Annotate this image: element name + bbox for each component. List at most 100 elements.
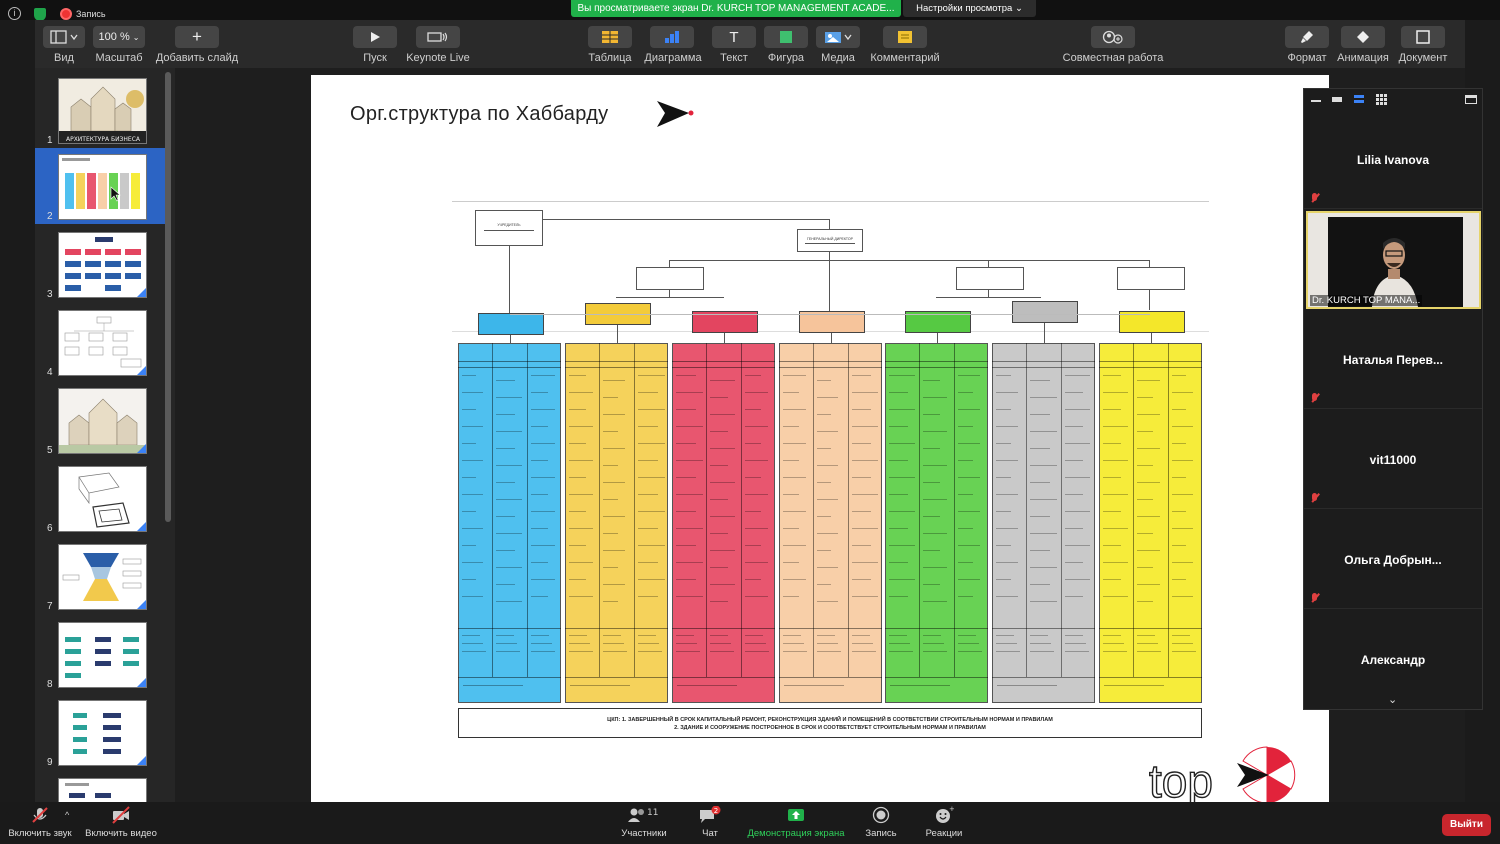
slide-thumbnail-3[interactable]: 3 [35, 226, 165, 302]
text-line [676, 409, 696, 410]
text-line [603, 499, 619, 500]
table-label: Таблица [588, 52, 632, 64]
text-line [637, 443, 665, 444]
connector-line [510, 314, 1150, 315]
text-line [710, 431, 729, 432]
text-line [1064, 443, 1090, 444]
text-line [710, 651, 735, 652]
info-icon[interactable]: i [8, 7, 21, 20]
text-line [851, 528, 878, 529]
add-slide-button[interactable]: + [175, 26, 219, 48]
participant-tile[interactable]: Наталья Перев... [1304, 309, 1482, 409]
start-video-button[interactable]: Включить видео [84, 806, 158, 839]
collaborate-button[interactable] [1091, 26, 1135, 48]
section-divider [633, 343, 635, 677]
format-button[interactable] [1285, 26, 1329, 48]
media-button[interactable] [816, 26, 860, 48]
chart-icon [665, 31, 679, 43]
keynote-live-button[interactable] [416, 26, 460, 48]
text-line [889, 643, 910, 644]
text-line [923, 635, 942, 636]
text-line [996, 426, 1018, 427]
slide-thumbnail-2[interactable]: 2 [35, 148, 165, 224]
exit-fullscreen-icon[interactable] [1465, 95, 1477, 104]
animate-button[interactable] [1341, 26, 1385, 48]
slide-2[interactable]: Орг.структура по Хаббарду УЧРЕДИТЕЛЬ ГЕН… [311, 75, 1329, 802]
comment-button[interactable] [883, 26, 927, 48]
participant-tile[interactable]: Lilia Ivanova [1304, 109, 1482, 209]
active-speaker-video[interactable]: Dr. KURCH TOP MANA... [1306, 211, 1481, 309]
share-screen-button[interactable]: Демонстрация экрана [746, 806, 846, 839]
zoom-select[interactable]: 100 % ⌄ [93, 26, 145, 48]
text-line [569, 494, 593, 495]
chat-button[interactable]: 2 Чат [697, 806, 723, 839]
thumb-corner-icon [137, 444, 146, 453]
section-divider [885, 367, 988, 368]
text-line [1171, 494, 1193, 495]
text-line [676, 494, 703, 495]
text-line [1137, 499, 1154, 500]
text-line [637, 643, 659, 644]
record-button[interactable]: Запись [862, 806, 900, 839]
text-line [710, 499, 729, 500]
shape-button[interactable] [764, 26, 808, 48]
unmute-button[interactable]: Включить звук [7, 806, 73, 839]
play-button[interactable] [353, 26, 397, 48]
keynote-toolbar: Вид 100 % ⌄ Масштаб + Добавить слайд Пус… [35, 20, 1465, 68]
slide-thumbnail-5[interactable]: 5 [35, 382, 165, 458]
thumb-corner-icon [137, 366, 146, 375]
text-line [530, 375, 555, 376]
participant-tile[interactable]: vit11000 [1304, 409, 1482, 509]
section-divider [1167, 343, 1169, 677]
leave-meeting-button[interactable]: Выйти [1442, 814, 1491, 836]
text-line [1064, 562, 1083, 563]
text-line [889, 443, 915, 444]
minimize-icon[interactable] [1311, 100, 1321, 102]
gallery-view-icon[interactable] [1376, 94, 1387, 105]
text-line [462, 443, 476, 444]
table-button[interactable] [588, 26, 632, 48]
strip-view-icon[interactable] [1354, 95, 1364, 103]
view-settings-button[interactable]: Настройки просмотра ⌄ [903, 0, 1036, 17]
slide-thumbnail-9[interactable]: 9 [35, 694, 165, 770]
text-line [637, 528, 658, 529]
text-line [889, 494, 908, 495]
slide-thumb-image: АРХИТЕКТУРА БИЗНЕСА [58, 78, 147, 144]
text-line [676, 392, 703, 393]
scroll-down-chevron-icon[interactable]: ⌄ [1388, 693, 1397, 706]
text-line [603, 482, 626, 483]
text-line [996, 651, 1020, 652]
slide-thumbnail-8[interactable]: 8 [35, 616, 165, 692]
text-line [1030, 465, 1058, 466]
text-line [462, 635, 480, 636]
participants-label: Участники [621, 828, 667, 839]
audio-options-caret-icon[interactable]: ^ [65, 810, 69, 820]
participant-tile[interactable]: Ольга Добрын... [1304, 509, 1482, 609]
text-line [496, 567, 523, 568]
navigator-scrollbar[interactable] [165, 72, 171, 522]
slide-thumbnail-7[interactable]: 7 [35, 538, 165, 614]
connector-line [617, 325, 618, 343]
text-line [957, 596, 973, 597]
slide-thumbnail-6[interactable]: 6 [35, 460, 165, 536]
text-line [637, 392, 658, 393]
media-label: Медиа [821, 52, 855, 64]
text-button[interactable]: T [712, 26, 756, 48]
text-line [923, 448, 941, 449]
chart-button[interactable] [650, 26, 694, 48]
participants-button[interactable]: 11 Участники [618, 806, 670, 839]
slide-thumbnail-10[interactable] [35, 772, 165, 802]
text-line [817, 567, 839, 568]
participants-panel: Lilia Ivanova Dr. KURCH TOP MANA... Ната… [1303, 88, 1483, 710]
text-line [462, 477, 476, 478]
document-button[interactable] [1401, 26, 1445, 48]
text-line [957, 528, 973, 529]
text-line [923, 601, 948, 602]
slide-thumbnail-4[interactable]: 4 [35, 304, 165, 380]
table-icon [602, 31, 618, 43]
shape-label: Фигура [767, 52, 805, 64]
reactions-button[interactable]: + Реакции [922, 806, 966, 839]
speaker-view-icon[interactable] [1332, 97, 1342, 102]
view-button[interactable] [43, 26, 85, 48]
slide-thumbnail-1[interactable]: АРХИТЕКТУРА БИЗНЕСА 1 [35, 72, 165, 148]
